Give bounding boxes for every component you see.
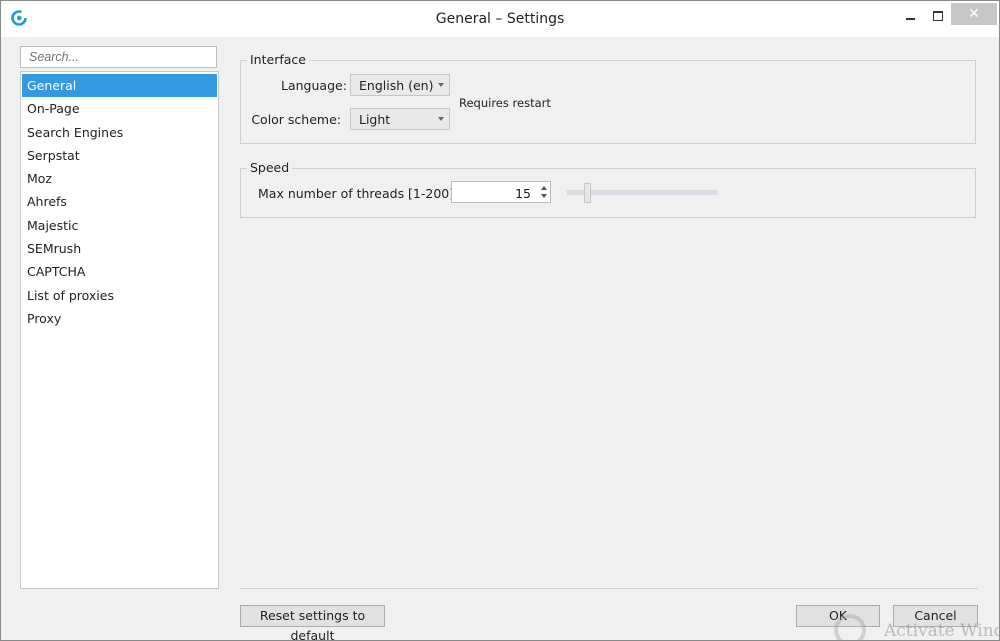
close-button[interactable]: ✕ bbox=[951, 3, 997, 25]
nav-item-moz[interactable]: Moz bbox=[22, 167, 217, 190]
maximize-icon bbox=[933, 11, 943, 21]
threads-slider[interactable] bbox=[567, 183, 717, 203]
nav-item-ahrefs[interactable]: Ahrefs bbox=[22, 190, 217, 213]
reset-defaults-button[interactable]: Reset settings to default bbox=[240, 605, 385, 640]
title-bar[interactable]: General – Settings ✕ bbox=[1, 1, 999, 37]
spin-up-icon[interactable] bbox=[541, 186, 547, 190]
requires-restart-note: Requires restart bbox=[459, 96, 551, 110]
settings-nav-list: General On-Page Search Engines Serpstat … bbox=[20, 71, 219, 589]
minimize-icon bbox=[905, 18, 915, 20]
nav-item-serpstat[interactable]: Serpstat bbox=[22, 144, 217, 167]
threads-label: Max number of threads [1-200]: bbox=[258, 186, 459, 201]
color-scheme-label: Color scheme: bbox=[251, 112, 341, 127]
nav-item-captcha[interactable]: CAPTCHA bbox=[22, 260, 217, 283]
watermark-icon bbox=[834, 614, 866, 640]
window-title: General – Settings bbox=[435, 11, 565, 27]
interface-group: Interface Language: English (en) Color s… bbox=[240, 52, 976, 144]
nav-item-majestic[interactable]: Majestic bbox=[22, 214, 217, 237]
speed-group: Speed Max number of threads [1-200]: 15 bbox=[240, 160, 976, 218]
chevron-down-icon bbox=[438, 83, 444, 87]
close-icon: ✕ bbox=[968, 6, 980, 22]
nav-item-semrush[interactable]: SEMrush bbox=[22, 237, 217, 260]
activate-windows-watermark: Activate Windows bbox=[884, 621, 999, 641]
search-input[interactable] bbox=[20, 46, 217, 68]
threads-spinbox[interactable]: 15 bbox=[451, 181, 551, 203]
maximize-button[interactable] bbox=[927, 1, 949, 31]
nav-item-search-engines[interactable]: Search Engines bbox=[22, 121, 217, 144]
language-label: Language: bbox=[281, 78, 347, 93]
threads-value: 15 bbox=[515, 186, 531, 201]
language-select-value: English (en) bbox=[359, 78, 434, 93]
color-scheme-select-value: Light bbox=[359, 112, 391, 127]
slider-thumb[interactable] bbox=[584, 183, 592, 203]
chevron-down-icon bbox=[438, 117, 444, 121]
footer-divider bbox=[240, 588, 978, 589]
interface-group-title: Interface bbox=[247, 52, 309, 67]
language-select[interactable]: English (en) bbox=[350, 74, 450, 96]
nav-item-general[interactable]: General bbox=[22, 74, 217, 98]
spin-down-icon[interactable] bbox=[541, 194, 547, 198]
settings-window: General – Settings ✕ General On-Page Sea… bbox=[0, 0, 1000, 641]
nav-item-proxy[interactable]: Proxy bbox=[22, 307, 217, 330]
minimize-button[interactable] bbox=[893, 1, 927, 31]
speed-group-title: Speed bbox=[247, 160, 293, 175]
nav-item-on-page[interactable]: On-Page bbox=[22, 97, 217, 120]
nav-item-list-of-proxies[interactable]: List of proxies bbox=[22, 284, 217, 307]
color-scheme-select[interactable]: Light bbox=[350, 108, 450, 130]
